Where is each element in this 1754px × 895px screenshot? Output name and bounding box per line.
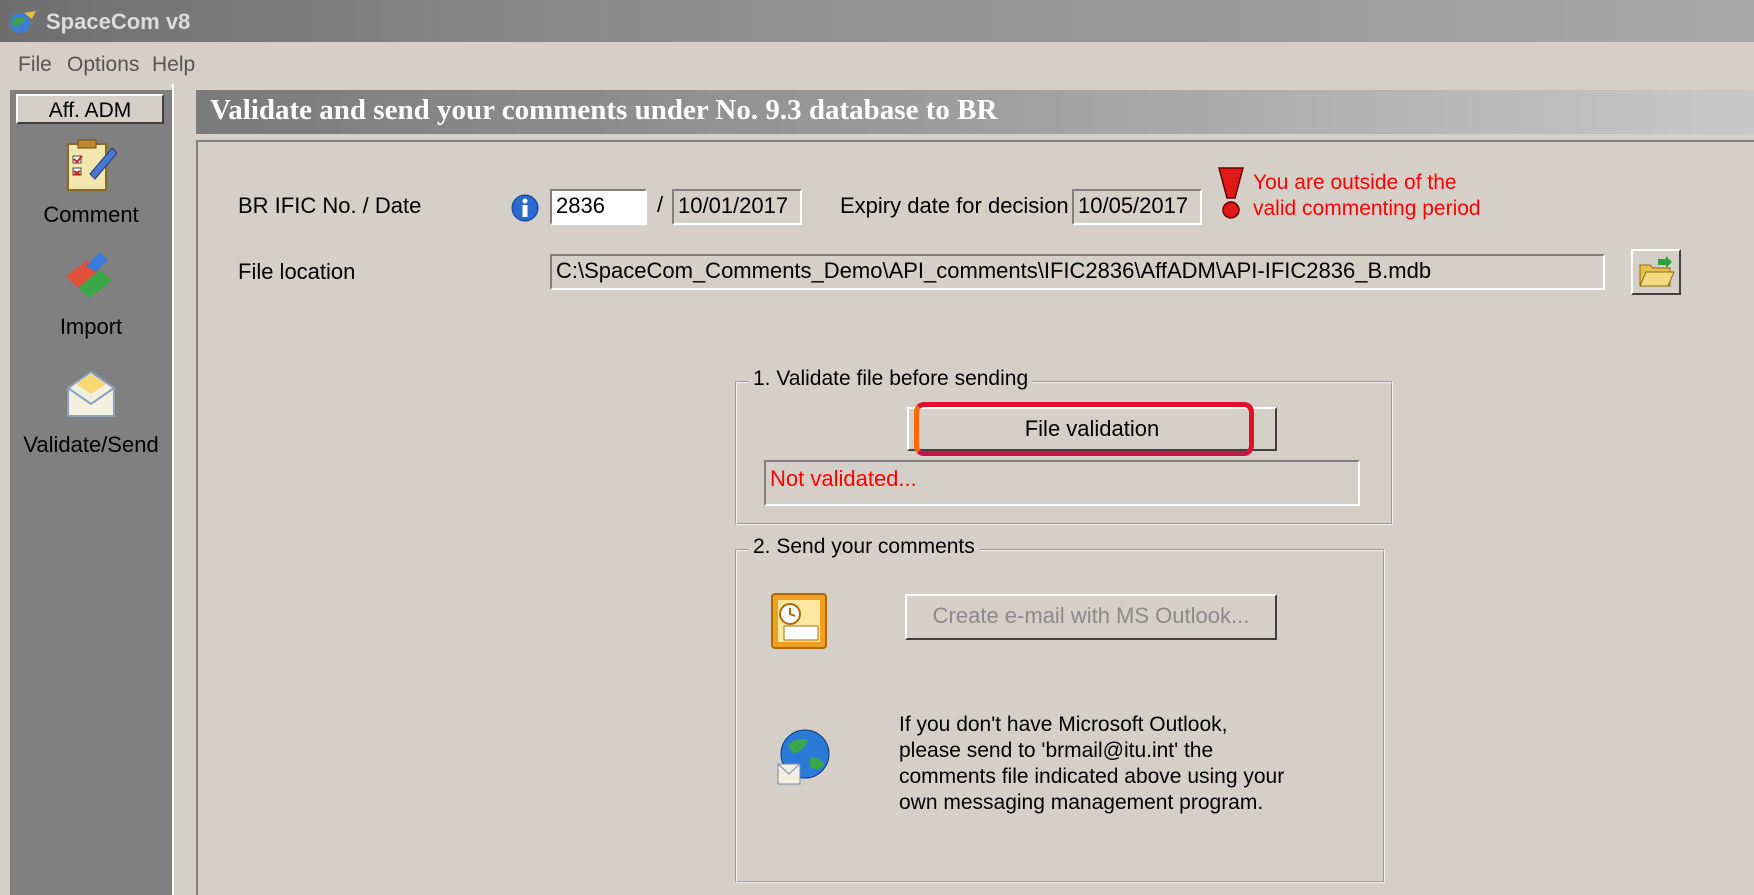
file-location-field: C:\SpaceCom_Comments_Demo\API_comments\I… bbox=[550, 254, 1605, 290]
app-icon bbox=[10, 11, 36, 33]
validation-status-field: Not validated... bbox=[764, 460, 1360, 506]
import-icon bbox=[66, 252, 112, 298]
browse-file-button[interactable] bbox=[1631, 249, 1681, 295]
exclamation-warning-icon bbox=[1218, 167, 1244, 219]
envelope-icon bbox=[67, 370, 115, 417]
menu-help[interactable]: Help bbox=[152, 53, 195, 77]
sidebar-item-comment[interactable]: Comment bbox=[10, 134, 172, 228]
page-title: Validate and send your comments under No… bbox=[210, 94, 998, 126]
file-location-label: File location bbox=[238, 259, 356, 284]
sidebar-item-import[interactable]: Import bbox=[10, 246, 172, 340]
window-title: SpaceCom v8 bbox=[46, 9, 191, 34]
sidebar-item-label: Import bbox=[59, 314, 123, 339]
outlook-icon bbox=[771, 593, 827, 649]
comment-icon bbox=[67, 139, 118, 191]
page-header: Validate and send your comments under No… bbox=[196, 90, 1754, 134]
warning-text: You are outside of the valid commenting … bbox=[1253, 171, 1481, 220]
expiry-date-field: 10/05/2017 bbox=[1072, 189, 1202, 225]
ific-number-input[interactable]: 2836 bbox=[550, 189, 647, 225]
highlight-annotation bbox=[914, 402, 1254, 456]
create-outlook-email-button[interactable]: Create e-mail with MS Outlook... bbox=[905, 594, 1277, 640]
sidebar-item-validate-send[interactable]: Validate/Send bbox=[10, 364, 172, 458]
ific-date-field: 10/01/2017 bbox=[672, 189, 802, 225]
globe-mail-icon bbox=[777, 729, 830, 785]
info-icon[interactable] bbox=[510, 193, 540, 223]
title-bar: SpaceCom v8 bbox=[0, 0, 1754, 42]
outlook-alternative-info: If you don't have Microsoft Outlook, ple… bbox=[899, 713, 1285, 814]
sidebar-divider bbox=[172, 84, 174, 895]
expiry-label: Expiry date for decision bbox=[840, 193, 1069, 218]
sidebar-item-label: Validate/Send bbox=[23, 432, 159, 457]
menu-bar: File Options Help bbox=[0, 44, 1754, 84]
sidebar-tab-aff-adm[interactable]: Aff. ADM bbox=[16, 94, 164, 124]
sidebar-item-label: Comment bbox=[43, 202, 139, 227]
menu-options[interactable]: Options bbox=[67, 53, 139, 77]
menu-file[interactable]: File bbox=[18, 53, 52, 77]
date-separator: / bbox=[657, 192, 664, 217]
send-group-legend: 2. Send your comments bbox=[749, 535, 979, 559]
ific-label: BR IFIC No. / Date bbox=[238, 193, 422, 218]
validate-group-legend: 1. Validate file before sending bbox=[749, 367, 1033, 391]
sidebar: Aff. ADM Comment Import Validate/Send bbox=[10, 90, 173, 895]
folder-open-icon bbox=[1639, 256, 1675, 287]
